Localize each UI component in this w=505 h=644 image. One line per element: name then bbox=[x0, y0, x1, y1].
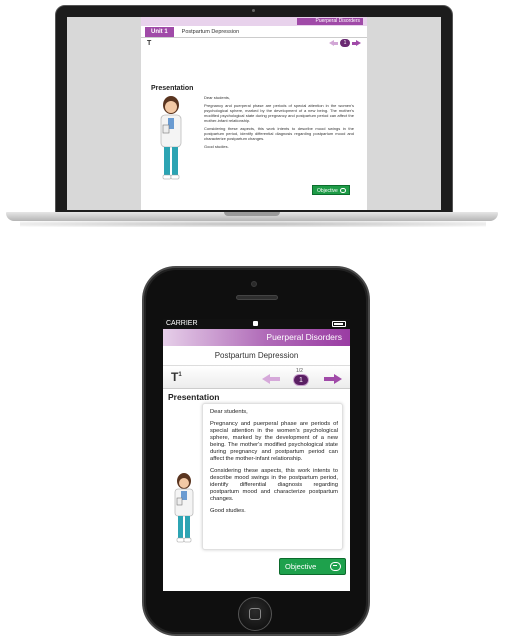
phone-speaker bbox=[236, 295, 278, 300]
laptop-greeting: Dear students, bbox=[204, 95, 231, 100]
laptop-section-heading: Presentation bbox=[151, 85, 194, 92]
laptop-notch bbox=[224, 212, 280, 216]
home-button[interactable] bbox=[238, 597, 272, 631]
pager: 1/2 1 bbox=[262, 368, 342, 387]
laptop-course-bar: Puerperal Disorders bbox=[141, 17, 367, 26]
paragraph-2: Considering these aspects, this work int… bbox=[210, 468, 338, 502]
topic-icon: T1 bbox=[171, 370, 182, 384]
section-heading: Presentation bbox=[168, 392, 220, 402]
carrier-label: CARRIER bbox=[166, 320, 198, 327]
laptop-app-page: Puerperal Disorders Unit 1 Postpartum De… bbox=[141, 17, 367, 210]
page-number: 1 bbox=[293, 374, 309, 386]
status-bar: CARRIER bbox=[163, 319, 350, 329]
laptop-course-title: Puerperal Disorders bbox=[297, 18, 363, 25]
laptop-screen: Puerperal Disorders Unit 1 Postpartum De… bbox=[67, 17, 441, 210]
phone-device: CARRIER Puerperal Disorders Postpartum D… bbox=[142, 266, 370, 636]
laptop-device: Puerperal Disorders Unit 1 Postpartum De… bbox=[0, 0, 505, 232]
laptop-pager: 1 bbox=[329, 39, 361, 47]
laptop-objective-label: Objective bbox=[317, 188, 338, 194]
laptop-shadow bbox=[20, 221, 486, 227]
laptop-lid: Puerperal Disorders Unit 1 Postpartum De… bbox=[55, 5, 453, 214]
arrow-left-icon[interactable] bbox=[329, 39, 338, 47]
laptop-unit-row: Unit 1 Postpartum Depression bbox=[141, 26, 367, 38]
arrow-right-icon[interactable] bbox=[324, 374, 342, 384]
arrow-left-icon[interactable] bbox=[262, 374, 280, 384]
text-card: Dear students, Pregnancy and puerperal p… bbox=[202, 403, 343, 550]
laptop-objective-button[interactable]: Objective bbox=[312, 185, 350, 195]
doctor-illustration bbox=[167, 473, 201, 550]
objective-label: Objective bbox=[285, 562, 317, 571]
phone-camera bbox=[251, 281, 257, 287]
home-square-icon bbox=[249, 608, 261, 620]
chat-bubble-icon bbox=[340, 188, 346, 193]
course-bar: Puerperal Disorders bbox=[163, 329, 350, 346]
battery-icon bbox=[332, 321, 346, 327]
lock-icon bbox=[253, 321, 258, 326]
laptop-paragraph-2: Considering these aspects, this work int… bbox=[204, 126, 354, 141]
paragraph-1: Pregnancy and puerperal phase are period… bbox=[210, 421, 338, 462]
topic-icon-number: 1 bbox=[178, 372, 182, 378]
doctor-illustration bbox=[149, 95, 193, 188]
unit-title: Postpartum Depression bbox=[163, 346, 350, 366]
phone-screen: CARRIER Puerperal Disorders Postpartum D… bbox=[163, 319, 350, 591]
closing: Good studies. bbox=[210, 508, 246, 514]
laptop-closing: Good studies. bbox=[204, 144, 229, 149]
laptop-text-content: Dear students, Pregnancy and puerperal p… bbox=[204, 95, 354, 185]
chat-bubble-icon bbox=[330, 562, 341, 571]
laptop-camera bbox=[252, 9, 255, 12]
laptop-topic-icon: T bbox=[147, 40, 152, 47]
greeting: Dear students, bbox=[210, 409, 248, 415]
arrow-right-icon[interactable] bbox=[352, 39, 361, 47]
nav-row: T1 1/2 1 bbox=[163, 366, 350, 389]
laptop-base bbox=[6, 212, 498, 221]
laptop-unit-label: Unit 1 bbox=[145, 26, 174, 37]
laptop-page-number: 1 bbox=[340, 39, 350, 47]
laptop-unit-title: Postpartum Depression bbox=[181, 28, 240, 35]
laptop-paragraph-1: Pregnancy and puerperal phase are period… bbox=[204, 103, 354, 123]
course-title: Puerperal Disorders bbox=[266, 332, 342, 342]
objective-button[interactable]: Objective bbox=[279, 558, 346, 575]
laptop-nav-row: T 1 bbox=[141, 38, 367, 50]
